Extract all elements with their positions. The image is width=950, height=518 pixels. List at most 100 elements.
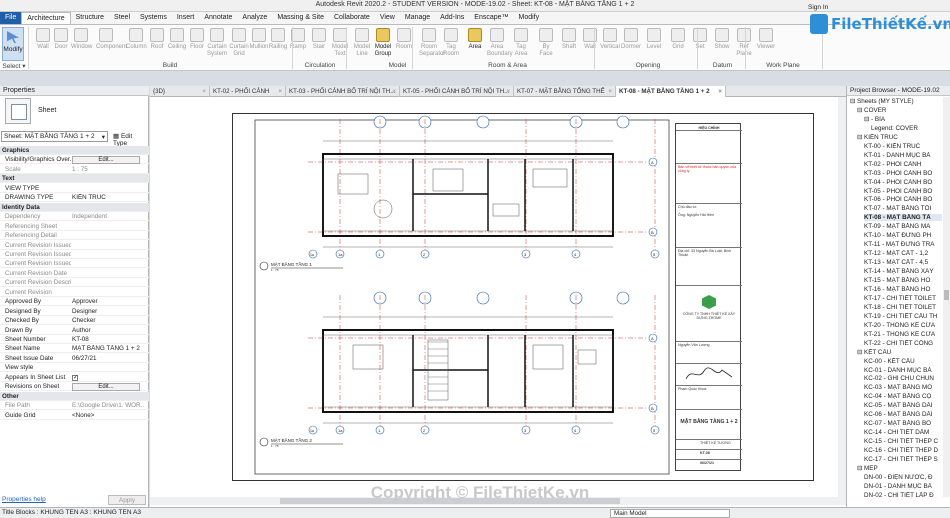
view-tab-5[interactable]: KT-08 - MẶT BẰNG TẦNG 1 + 2 ×	[616, 86, 726, 97]
ribbon-button-stair-13[interactable]: Stair	[309, 27, 329, 61]
close-icon[interactable]: ×	[608, 88, 612, 95]
property-row[interactable]: Drawn By Author	[0, 326, 149, 335]
browser-sheet-item[interactable]: Legend: COVER	[871, 125, 942, 132]
browser-sheet-item[interactable]: KC-00 - KẾT CẤU	[864, 358, 942, 365]
property-category[interactable]: Identity Data	[0, 202, 149, 212]
ribbon-button-area-20[interactable]: Area	[465, 27, 485, 61]
close-icon[interactable]: ×	[506, 88, 510, 95]
ribbon-button-area-boundary-21[interactable]: Area Boundary	[487, 27, 513, 61]
browser-scroll-thumb[interactable]	[944, 290, 949, 300]
property-value[interactable]: Approver	[72, 298, 144, 305]
property-row[interactable]: Sheet Name MẶT BẰNG TẦNG 1 + 2	[0, 344, 149, 354]
property-value[interactable]: <None>	[72, 412, 144, 419]
ribbon-button-door-1[interactable]: Door	[51, 27, 71, 61]
ribbon-tab-structure[interactable]: Structure	[71, 12, 109, 24]
property-row[interactable]: Scale 1 : 75	[0, 165, 149, 174]
property-row[interactable]: Appears In Sheet List ✓	[0, 373, 149, 382]
close-icon[interactable]: ×	[278, 88, 282, 95]
browser-folder[interactable]: ⊟ MEP	[857, 465, 942, 472]
property-row[interactable]: Current Revision Issued ...	[0, 241, 149, 250]
browser-sheet-item[interactable]: KT-07 - MẶT BẰNG TỔI	[864, 205, 942, 212]
type-selector-preview[interactable]: Sheet	[2, 98, 147, 126]
property-value[interactable]: ✓	[72, 374, 144, 381]
ribbon-button-column-4[interactable]: Column	[126, 27, 147, 61]
ribbon-button-wall-25[interactable]: Wall	[580, 27, 600, 61]
property-value[interactable]: Author	[72, 327, 144, 334]
ribbon-button-model-line-15[interactable]: Model Line	[352, 27, 372, 61]
ribbon-tab-insert[interactable]: Insert	[172, 12, 200, 24]
property-category[interactable]: Other	[0, 391, 149, 401]
property-value[interactable]: 06/27/21	[72, 355, 144, 362]
property-row[interactable]: Designed By Designer	[0, 307, 149, 316]
browser-folder[interactable]: ⊟ KẾT CẤU	[857, 349, 942, 356]
browser-sheet-item[interactable]: KT-01 - DANH MỤC BẢ	[864, 152, 942, 159]
property-row[interactable]: Current Revision Issued ...	[0, 250, 149, 259]
ribbon-button-level-28[interactable]: Level	[644, 27, 664, 61]
ribbon-tab-annotate[interactable]: Annotate	[199, 12, 237, 24]
ribbon-button-roof-5[interactable]: Roof	[147, 27, 167, 61]
ribbon-tab-enscape-[interactable]: Enscape™	[469, 12, 513, 24]
close-icon[interactable]: ×	[202, 88, 206, 95]
browser-sheet-item[interactable]: KT-21 - THỐNG KÊ CỬA	[864, 331, 942, 338]
browser-sheet-item[interactable]: KT-05 - PHỐI CẢNH BỐ	[864, 188, 942, 195]
browser-folder[interactable]: ⊟ KIẾN TRÚC	[857, 134, 942, 141]
browser-sheet-item[interactable]: KC-03 - MẶT BẰNG MÓ	[864, 384, 942, 391]
property-row[interactable]: Current Revision	[0, 288, 149, 297]
apply-button[interactable]: Apply	[108, 495, 146, 505]
property-value[interactable]: 1 : 75	[72, 166, 144, 173]
browser-sheet-item[interactable]: KC-01 - DANH MỤC BẢ	[864, 367, 942, 374]
ribbon-button-component-3[interactable]: Component	[96, 27, 127, 61]
property-row[interactable]: Visibility/Graphics Over... Edit...	[0, 155, 149, 165]
property-row[interactable]: Current Revision Date	[0, 269, 149, 278]
browser-sheet-item[interactable]: KC-06 - MẶT BẰNG DẦI	[864, 411, 942, 418]
ribbon-button-shaft-24[interactable]: Shaft	[559, 27, 579, 61]
browser-folder[interactable]: ⊟ COVER	[857, 107, 942, 114]
ribbon-button-wall-0[interactable]: Wall	[33, 27, 53, 61]
browser-sheet-item[interactable]: DN-00 - ĐIỆN NƯỚC, Đ	[864, 474, 942, 481]
browser-sheet-item[interactable]: KT-20 - THỐNG KÊ CỬA	[864, 322, 942, 329]
property-row[interactable]: Approved By Approver	[0, 297, 149, 307]
ribbon-button-ramp-12[interactable]: Ramp	[288, 27, 308, 61]
browser-sheet-item[interactable]: KC-07 - MẶT BẰNG BỐ	[864, 420, 942, 427]
active-model-selector[interactable]: Main Model	[610, 509, 730, 518]
view-tab-1[interactable]: KT-02 - PHỐI CẢNH ×	[210, 86, 286, 97]
ribbon-button-floor-7[interactable]: Floor	[187, 27, 207, 61]
browser-sheet-item[interactable]: KT-06 - PHỐI CẢNH BỐ	[864, 196, 942, 203]
property-row[interactable]: Sheet Issue Date 06/27/21	[0, 354, 149, 363]
modify-button[interactable]: Modify	[2, 27, 24, 61]
property-value[interactable]: KT-08	[72, 336, 144, 343]
browser-sheet-item[interactable]: KT-02 - PHỐI CẢNH	[864, 161, 942, 168]
property-row[interactable]: File Path E:\Google Drive\1. WOR...	[0, 401, 149, 411]
close-icon[interactable]: ×	[392, 88, 396, 95]
ribbon-tab-view[interactable]: View	[375, 12, 400, 24]
browser-sheet-item[interactable]: KT-10 - MẶT ĐỨNG PH	[864, 232, 942, 239]
ribbon-button-window-2[interactable]: Window	[71, 27, 92, 61]
property-category[interactable]: Graphics	[0, 146, 149, 155]
vertical-scrollbar[interactable]	[838, 97, 846, 497]
browser-sheet-item[interactable]: KC-15 - CHI TIẾT THÉP C	[864, 438, 942, 445]
ribbon-button-room-17[interactable]: Room	[394, 27, 414, 61]
ribbon-tab-massing-site[interactable]: Massing & Site	[272, 12, 329, 24]
view-tab-0[interactable]: {3D} ×	[150, 86, 210, 97]
ribbon-button-room-separator-18[interactable]: Room Separator	[419, 27, 445, 61]
group-select-label[interactable]: Select ▾	[2, 62, 26, 71]
ribbon-button-curtain-system-8[interactable]: Curtain System	[207, 27, 227, 61]
ribbon-button-tag-area-22[interactable]: Tag Area	[511, 27, 531, 61]
browser-sheet-item[interactable]: KT-22 - CHI TIẾT CỔNG	[864, 340, 942, 347]
property-row[interactable]: Referencing Sheet	[0, 222, 149, 231]
property-value[interactable]: Designer	[72, 308, 144, 315]
property-row[interactable]: View style	[0, 363, 149, 373]
ribbon-button-railing-11[interactable]: Railing	[268, 27, 288, 61]
browser-sheet-item[interactable]: KT-09 - MẶT BẰNG MÁ	[864, 223, 942, 230]
property-value[interactable]: E:\Google Drive\1. WOR...	[72, 402, 144, 409]
ribbon-tab-add-ins[interactable]: Add-Ins	[435, 12, 469, 24]
browser-sheet-item[interactable]: KC-16 - CHI TIẾT THÉP D	[864, 447, 942, 454]
property-row[interactable]: Current Revision Issued ...	[0, 259, 149, 269]
browser-sheet-item[interactable]: KC-17 - CHI TIẾT THÉP S	[864, 456, 942, 463]
property-row[interactable]: Referencing Detail	[0, 231, 149, 241]
ribbon-tab-collaborate[interactable]: Collaborate	[329, 12, 375, 24]
browser-sheet-item[interactable]: KT-16 - MẶT BẰNG HO	[864, 286, 942, 293]
ribbon-button-dormer-27[interactable]: Dormer	[621, 27, 641, 61]
browser-sheet-item[interactable]: KC-02 - GHI CHÚ CHUN	[864, 375, 942, 382]
instance-selector[interactable]: Sheet: MẶT BẰNG TẦNG 1 + 2 ▾	[1, 131, 108, 142]
